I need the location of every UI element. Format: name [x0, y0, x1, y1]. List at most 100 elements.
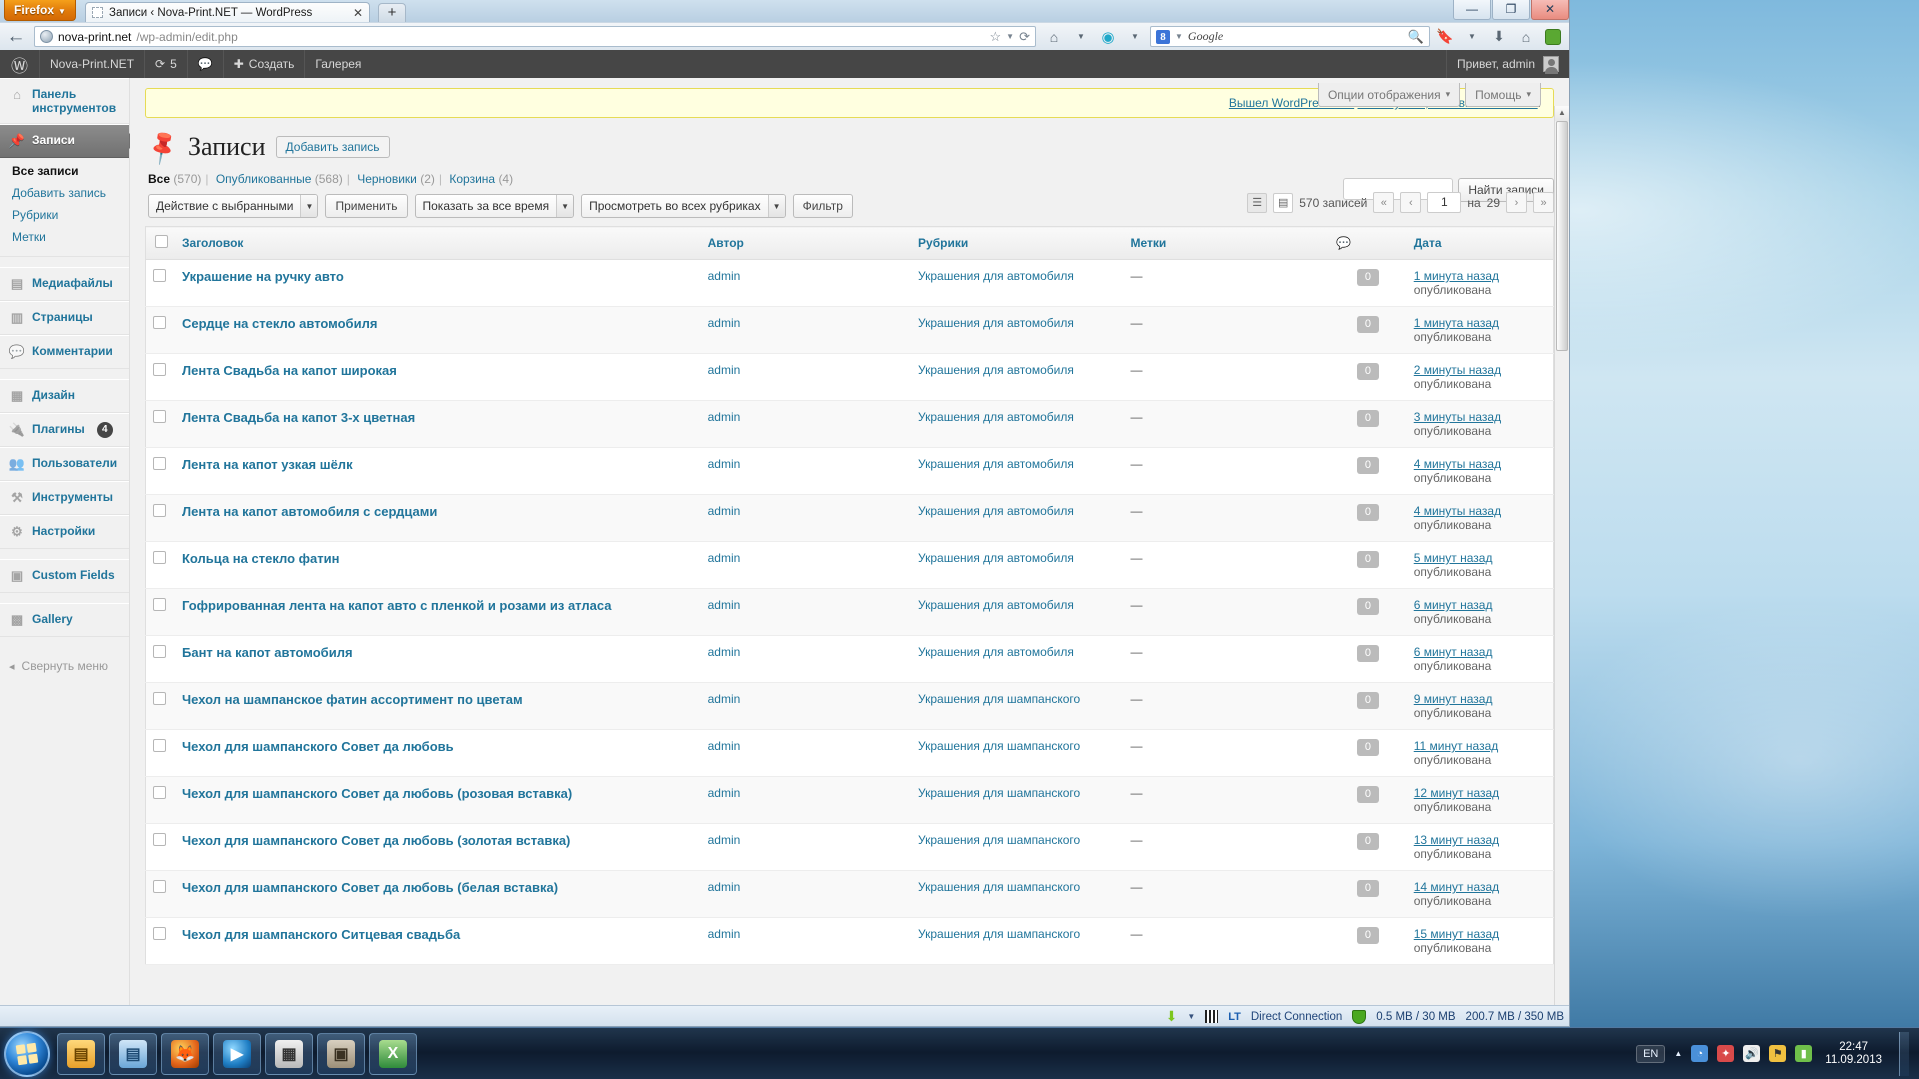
- apply-bulk-action-button[interactable]: Применить: [325, 194, 407, 218]
- date-filter-select[interactable]: Показать за все время ▼: [415, 194, 575, 218]
- comment-count-badge[interactable]: 0: [1357, 410, 1379, 427]
- adminbar-new-content[interactable]: ✚ Создать: [224, 50, 306, 78]
- chevron-down-icon[interactable]: ▼: [1123, 25, 1147, 49]
- row-select-cell[interactable]: [146, 354, 176, 401]
- post-title-link[interactable]: Бант на капот автомобиля: [182, 645, 353, 660]
- sidebar-item-appearance[interactable]: ▦ Дизайн: [0, 379, 129, 413]
- post-category-link[interactable]: Украшения для шампанского: [918, 739, 1080, 753]
- post-category-link[interactable]: Украшения для автомобиля: [918, 363, 1074, 377]
- search-bar[interactable]: 8 ▼ Google 🔍: [1150, 26, 1430, 47]
- sidebar-item-custom-fields[interactable]: ▣ Custom Fields: [0, 559, 129, 593]
- comment-count-badge[interactable]: 0: [1357, 692, 1379, 709]
- browser-tab[interactable]: Записи ‹ Nova-Print.NET — WordPress ✕: [85, 2, 370, 22]
- antivirus-icon[interactable]: ✦: [1717, 1045, 1734, 1062]
- chevron-down-icon[interactable]: ▼: [1069, 25, 1093, 49]
- downloads-icon[interactable]: ⬇: [1487, 25, 1511, 49]
- post-author-link[interactable]: admin: [708, 316, 741, 330]
- table-row[interactable]: Чехол на шампанское фатин ассортимент по…: [146, 683, 1554, 730]
- row-select-cell[interactable]: [146, 542, 176, 589]
- row-select-cell[interactable]: [146, 589, 176, 636]
- comment-count-badge[interactable]: 0: [1357, 739, 1379, 756]
- select-all-checkbox[interactable]: [155, 235, 168, 248]
- add-new-post-button[interactable]: Добавить запись: [276, 136, 390, 158]
- post-author-link[interactable]: admin: [708, 833, 741, 847]
- chevron-down-icon[interactable]: ▼: [1175, 32, 1183, 41]
- url-bar[interactable]: nova-print.net/wp-admin/edit.php ☆ ▼ ⟳: [34, 26, 1036, 47]
- sidebar-item-gallery[interactable]: ▩ Gallery: [0, 603, 129, 637]
- bulk-actions-select[interactable]: Действие с выбранными ▼: [148, 194, 318, 218]
- start-button[interactable]: [4, 1031, 50, 1077]
- qr-icon[interactable]: [1205, 1010, 1218, 1023]
- scroll-up-icon[interactable]: ▲: [1555, 106, 1569, 121]
- post-category-link[interactable]: Украшения для шампанского: [918, 833, 1080, 847]
- post-title-link[interactable]: Чехол для шампанского Совет да любовь (р…: [182, 786, 572, 801]
- post-author-link[interactable]: admin: [708, 880, 741, 894]
- row-checkbox[interactable]: [153, 457, 166, 470]
- next-page-button[interactable]: ›: [1506, 192, 1527, 213]
- wp-logo-icon[interactable]: Ⓦ: [0, 50, 40, 78]
- firefox-menu-button[interactable]: Firefox▼: [4, 0, 76, 21]
- tab-close-icon[interactable]: ✕: [353, 6, 363, 20]
- sidebar-item-comments[interactable]: 💬 Комментарии: [0, 335, 129, 369]
- lt-icon[interactable]: LT: [1228, 1011, 1241, 1023]
- table-row[interactable]: Чехол для шампанского Совет да любовь (р…: [146, 777, 1554, 824]
- list-view-icon[interactable]: ☰: [1247, 193, 1267, 213]
- table-row[interactable]: Чехол для шампанского Совет да любовь (з…: [146, 824, 1554, 871]
- network-icon[interactable]: ◔: [1691, 1045, 1708, 1062]
- post-title-link[interactable]: Лента Свадьба на капот 3-х цветная: [182, 410, 415, 425]
- window-close-button[interactable]: ✕: [1531, 0, 1569, 20]
- sidebar-item-users[interactable]: 👥 Пользователи: [0, 447, 129, 481]
- comment-count-badge[interactable]: 0: [1357, 504, 1379, 521]
- tray-expand-icon[interactable]: ▲: [1674, 1049, 1682, 1058]
- post-author-link[interactable]: admin: [708, 645, 741, 659]
- post-category-link[interactable]: Украшения для шампанского: [918, 880, 1080, 894]
- adminbar-updates[interactable]: ⟳ 5: [145, 50, 188, 78]
- column-categories[interactable]: Рубрики: [911, 227, 1124, 260]
- comment-count-badge[interactable]: 0: [1357, 880, 1379, 897]
- first-page-button[interactable]: «: [1373, 192, 1394, 213]
- sidebar-item-all-posts[interactable]: Все записи: [0, 160, 129, 182]
- post-category-link[interactable]: Украшения для автомобиля: [918, 504, 1074, 518]
- filter-published[interactable]: Опубликованные: [216, 172, 312, 186]
- sidebar-item-pages[interactable]: ▥ Страницы: [0, 301, 129, 335]
- post-title-link[interactable]: Лента на капот автомобиля с сердцами: [182, 504, 437, 519]
- post-title-link[interactable]: Сердце на стекло автомобиля: [182, 316, 377, 331]
- row-select-cell[interactable]: [146, 260, 176, 307]
- row-select-cell[interactable]: [146, 636, 176, 683]
- comment-count-badge[interactable]: 0: [1357, 316, 1379, 333]
- current-page-input[interactable]: 1: [1427, 192, 1461, 213]
- row-select-cell[interactable]: [146, 918, 176, 965]
- row-checkbox[interactable]: [153, 551, 166, 564]
- post-title-link[interactable]: Чехол для шампанского Совет да любовь: [182, 739, 454, 754]
- post-category-link[interactable]: Украшения для автомобиля: [918, 410, 1074, 424]
- comment-count-badge[interactable]: 0: [1357, 833, 1379, 850]
- post-author-link[interactable]: admin: [708, 363, 741, 377]
- download-icon[interactable]: ⬇: [1166, 1008, 1178, 1025]
- home-icon[interactable]: ⌂: [1042, 25, 1066, 49]
- table-row[interactable]: Чехол для шампанского Совет да любовь adm…: [146, 730, 1554, 777]
- category-filter-select[interactable]: Просмотреть во всех рубриках ▼: [581, 194, 786, 218]
- taskbar-item-media-player[interactable]: ▶: [213, 1033, 261, 1075]
- row-select-cell[interactable]: [146, 448, 176, 495]
- battery-icon[interactable]: ▮: [1795, 1045, 1812, 1062]
- post-title-link[interactable]: Чехол для шампанского Совет да любовь (б…: [182, 880, 558, 895]
- sidebar-item-media[interactable]: ▤ Медиафайлы: [0, 267, 129, 301]
- row-checkbox[interactable]: [153, 269, 166, 282]
- bookmark-star-icon[interactable]: ☆: [990, 29, 1002, 45]
- post-author-link[interactable]: admin: [708, 410, 741, 424]
- chevron-down-icon[interactable]: ▼: [1187, 1012, 1195, 1021]
- post-author-link[interactable]: admin: [708, 551, 741, 565]
- updates-icon[interactable]: ⚑: [1769, 1045, 1786, 1062]
- sidebar-item-tools[interactable]: ⚒ Инструменты: [0, 481, 129, 515]
- post-author-link[interactable]: admin: [708, 739, 741, 753]
- page-scrollbar[interactable]: ▲ ▼: [1554, 106, 1569, 1027]
- post-title-link[interactable]: Чехол для шампанского Совет да любовь (з…: [182, 833, 570, 848]
- display-options-button[interactable]: Опции отображения ▾: [1318, 83, 1460, 107]
- filter-drafts[interactable]: Черновики: [357, 172, 417, 186]
- post-title-link[interactable]: Лента Свадьба на капот широкая: [182, 363, 397, 378]
- row-select-cell[interactable]: [146, 777, 176, 824]
- column-comments[interactable]: 💬: [1329, 227, 1407, 260]
- row-checkbox[interactable]: [153, 880, 166, 893]
- sidebar-item-settings[interactable]: ⚙ Настройки: [0, 515, 129, 549]
- post-title-link[interactable]: Чехол на шампанское фатин ассортимент по…: [182, 692, 523, 707]
